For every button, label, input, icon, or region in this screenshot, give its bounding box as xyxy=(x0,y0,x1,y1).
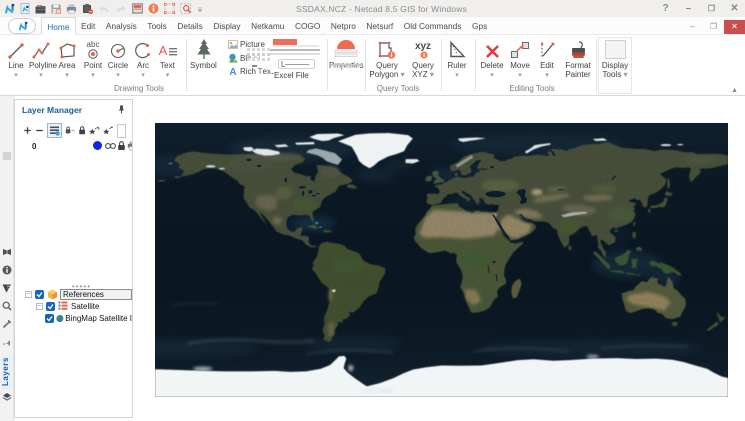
svg-text:A: A xyxy=(158,43,167,58)
svg-text:A: A xyxy=(229,67,236,76)
svg-text:abc: abc xyxy=(87,40,100,49)
svg-text:xyz: xyz xyxy=(415,41,431,52)
